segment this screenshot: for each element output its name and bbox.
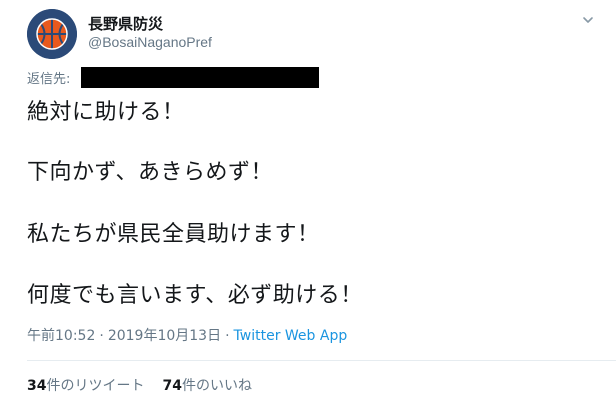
display-name[interactable]: 長野県防災 — [88, 13, 163, 34]
likes-stat[interactable]: 74件のいいね — [162, 378, 251, 394]
tweet-line: 私たちが県民全員助けます！ — [27, 222, 320, 247]
meta-separator: · — [225, 328, 230, 344]
tweet-line: 何度でも言います、必ず助ける！ — [27, 283, 363, 308]
user-handle[interactable]: @BosaiNaganoPref — [88, 34, 212, 50]
retweets-label: 件のリツイート — [46, 378, 145, 394]
reply-to-label: 返信先: — [27, 72, 71, 87]
tweet-time[interactable]: 午前10:52 — [27, 328, 95, 344]
divider — [27, 360, 616, 361]
basketball-logo-icon — [27, 9, 77, 59]
tweet-date[interactable]: 2019年10月13日 — [108, 328, 221, 344]
retweets-stat[interactable]: 34件のリツイート — [27, 378, 144, 394]
tweet-line: 下向かず、あきらめず！ — [27, 160, 273, 185]
tweet-meta: 午前10:52 · 2019年10月13日 · Twitter Web App — [27, 325, 347, 345]
meta-separator: · — [99, 328, 104, 344]
avatar[interactable] — [27, 9, 77, 59]
chevron-down-icon[interactable] — [581, 12, 595, 26]
retweets-count: 34 — [27, 378, 47, 394]
redacted-reply-recipient — [81, 67, 319, 88]
tweet-line: 絶対に助ける！ — [27, 100, 185, 125]
tweet-stats: 34件のリツイート 74件のいいね — [27, 375, 252, 395]
likes-label: 件のいいね — [181, 378, 252, 394]
likes-count: 74 — [162, 378, 182, 394]
tweet-card: 長野県防災 @BosaiNaganoPref 返信先: 絶対に助ける！ 下向かず… — [0, 0, 616, 404]
source-app-link[interactable]: Twitter Web App — [234, 328, 348, 344]
